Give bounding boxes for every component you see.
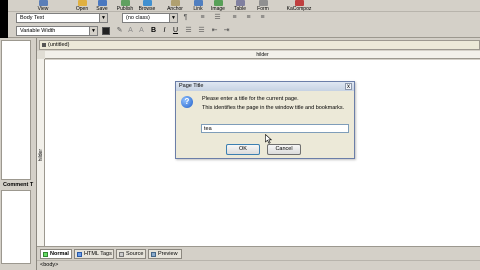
anchor-button[interactable]: Anchor [166,0,184,12]
italic-button[interactable]: I [160,26,169,36]
comment-panel-label: Comment T [3,182,34,188]
tag-path[interactable]: <body> [40,262,58,268]
page-title-dialog: Page Title x ? Please enter a title for … [175,81,355,159]
document-tab[interactable]: (untitled) [39,40,480,50]
source-view-icon [119,252,124,257]
highlight-icon[interactable]: ✎ [115,26,124,36]
browse-button[interactable]: Browse [138,0,156,12]
page-title-input[interactable] [201,124,349,133]
tab-html-tags[interactable]: HTML Tags [74,249,114,259]
align-center-icon[interactable]: ≡ [244,13,253,23]
dialog-title: Page Title [179,83,204,89]
site-panel[interactable] [1,40,31,180]
align-left-icon[interactable]: ≡ [230,13,239,23]
form-button[interactable]: Form [255,0,271,12]
paragraph-style-select[interactable]: Body Text ▼ [16,13,108,23]
view-mode-tabs: Normal HTML Tags Source Preview [37,246,480,260]
underline-button[interactable]: U [171,26,180,36]
kacompoz-button[interactable]: KaCompoz [286,0,312,12]
numbered-list-icon[interactable]: ☰ [197,26,206,36]
font-select[interactable]: Variable Width ▼ [16,26,98,36]
view-button[interactable]: View [36,0,50,12]
status-bar: <body> [37,260,480,270]
ok-button[interactable]: OK [226,144,260,155]
outdent-icon[interactable]: ⇤ [210,26,219,36]
class-select[interactable]: (no class) ▼ [122,13,178,23]
chevron-down-icon[interactable]: ▼ [99,14,107,22]
text-color-icon[interactable] [102,27,110,35]
text-format-toolbar: Variable Width ▼ ✎ A A B I U ☰ ☰ ⇤ ⇥ [8,25,480,38]
bold-button[interactable]: B [149,26,158,36]
ruler-corner [37,51,45,59]
close-icon[interactable]: x [345,83,352,90]
vertical-ruler: hilder [37,59,45,246]
mouse-cursor-icon [265,134,272,144]
normal-view-icon [43,252,48,257]
html-tags-icon [77,252,82,257]
comment-panel[interactable] [1,190,31,264]
tab-normal[interactable]: Normal [40,249,72,259]
dialog-message-detail: This identifies the page in the window t… [202,105,345,111]
document-icon [42,43,46,47]
table-button[interactable]: Table [232,0,248,12]
format-toolbar: Body Text ▼ (no class) ▼ ¶ ≡ ☰ ≡ ≡ ≡ [8,12,480,25]
publish-button[interactable]: Publish [115,0,135,12]
dialog-message: Please enter a title for the current pag… [202,96,299,102]
dialog-title-bar[interactable]: Page Title x [176,82,354,91]
tab-source[interactable]: Source [116,249,146,259]
increase-font-icon[interactable]: A [137,26,146,36]
chevron-down-icon[interactable]: ▼ [169,14,177,22]
chevron-down-icon[interactable]: ▼ [89,27,97,35]
horizontal-ruler: hilder [45,51,480,59]
save-button[interactable]: Save [94,0,110,12]
image-button[interactable]: Image [210,0,226,12]
main-toolbar: View Open Save Publish Browse Anchor Lin… [8,0,480,12]
cancel-button[interactable]: Cancel [267,144,301,155]
bullet-list-icon[interactable]: ☰ [184,26,193,36]
tab-preview[interactable]: Preview [148,249,182,259]
link-button[interactable]: Link [191,0,205,12]
paragraph-icon[interactable]: ¶ [181,13,190,23]
indent-icon[interactable]: ≡ [198,13,207,23]
align-right-icon[interactable]: ≡ [258,13,267,23]
decrease-font-icon[interactable]: A [126,26,135,36]
list-icon[interactable]: ☰ [213,13,222,23]
preview-icon [151,252,156,257]
indent-more-icon[interactable]: ⇥ [222,26,231,36]
open-button[interactable]: Open [74,0,90,12]
question-icon: ? [181,96,193,108]
